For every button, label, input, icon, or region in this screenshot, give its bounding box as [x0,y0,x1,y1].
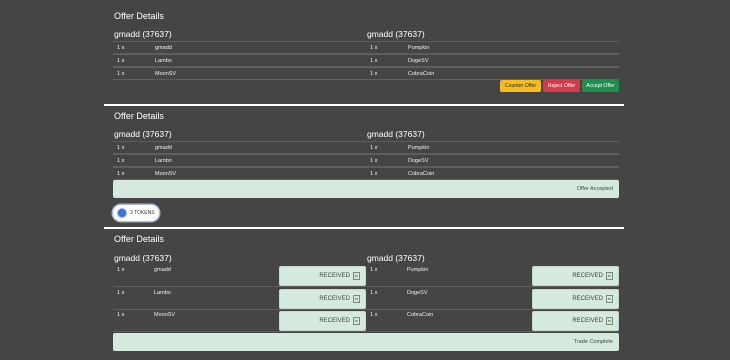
table-row: 1 x Pumpkin [366,141,619,154]
tx-link-icon[interactable]: tx [353,295,360,303]
tx-link-icon[interactable]: tx [606,317,613,325]
token-icon [118,209,126,217]
item-qty: 1 x [370,312,378,318]
item-name: Pumpkin [408,145,430,151]
received-label: RECEIVED [319,296,350,302]
received-status: RECEIVED tx [279,266,366,286]
section-divider [104,104,624,106]
item-name: CobraCoin [408,71,435,77]
offer-title: Offer Details [114,111,164,121]
item-qty: 1 x [370,58,378,64]
item-name: CobraCoin [408,171,435,177]
item-name: DogeSV [407,290,428,296]
item-name: gmadd [154,267,171,273]
counter-offer-button[interactable]: Counter Offer [500,80,541,92]
table-row: 1 x gmadd RECEIVED tx [113,265,366,287]
item-qty: 1 x [370,171,378,177]
reject-offer-button[interactable]: Reject Offer [543,80,580,92]
right-user-title: gmadd (37637) [367,253,425,263]
accept-offer-button[interactable]: Accept Offer [582,80,619,92]
item-qty: 1 x [117,45,125,51]
item-qty: 1 x [370,267,378,273]
left-user-title: gmadd (37637) [114,29,172,39]
offer-title: Offer Details [114,11,164,21]
table-row: 1 x gmadd [113,141,366,154]
item-name: MoonSV [154,312,176,318]
table-row: 1 x Pumpkin RECEIVED tx [366,265,619,287]
item-qty: 1 x [117,145,125,151]
item-name: Pumpkin [408,45,430,51]
item-qty: 1 x [117,58,125,64]
table-row: 1 x gmadd [113,41,366,54]
received-status: RECEIVED tx [279,311,366,331]
item-name: DogeSV [408,158,429,164]
item-qty: 1 x [370,71,378,77]
received-status: RECEIVED tx [532,311,619,331]
received-status: RECEIVED tx [532,289,619,309]
item-qty: 1 x [370,290,378,296]
item-qty: 1 x [370,145,378,151]
table-row: 1 x CobraCoin [366,167,619,180]
table-row: 1 x CobraCoin [366,67,619,80]
item-name: MoonSV [155,71,177,77]
tx-link-icon[interactable]: tx [606,272,613,280]
item-qty: 1 x [117,158,125,164]
right-user-title: gmadd (37637) [367,29,425,39]
left-user-title: gmadd (37637) [114,253,172,263]
table-row: 1 x DogeSV [366,154,619,167]
item-name: Lambo [154,290,171,296]
item-qty: 1 x [370,158,378,164]
item-name: Lambo [155,158,172,164]
offer-title: Offer Details [114,234,164,244]
item-qty: 1 x [117,71,125,77]
trade-status-bar: Trade Complete [113,333,619,351]
tx-link-icon[interactable]: tx [353,317,360,325]
received-status: RECEIVED tx [532,266,619,286]
item-qty: 1 x [117,171,125,177]
received-label: RECEIVED [319,273,350,279]
item-name: CobraCoin [407,312,434,318]
tx-link-icon[interactable]: tx [606,295,613,303]
table-row: 1 x DogeSV [366,54,619,67]
item-qty: 1 x [117,290,125,296]
table-row: 1 x Lambo RECEIVED tx [113,288,366,310]
tx-link-icon[interactable]: tx [353,272,360,280]
received-label: RECEIVED [319,318,350,324]
token-badge[interactable]: 3 TOKENS [113,205,159,221]
item-name: MoonSV [155,171,177,177]
section-divider [104,227,624,229]
item-name: Lambo [155,58,172,64]
table-row: 1 x Pumpkin [366,41,619,54]
trade-status-text: Trade Complete [573,339,613,345]
received-label: RECEIVED [572,296,603,302]
item-name: gmadd [155,145,172,151]
table-row: 1 x Lambo [113,154,366,167]
table-row: 1 x Lambo [113,54,366,67]
received-label: RECEIVED [572,273,603,279]
left-user-title: gmadd (37637) [114,129,172,139]
received-label: RECEIVED [572,318,603,324]
item-name: DogeSV [408,58,429,64]
table-row: 1 x MoonSV [113,167,366,180]
offer-status-text: Offer Accepted [576,186,613,192]
item-qty: 1 x [370,45,378,51]
right-user-title: gmadd (37637) [367,129,425,139]
table-row: 1 x MoonSV RECEIVED tx [113,310,366,332]
item-qty: 1 x [117,267,125,273]
item-name: gmadd [155,45,172,51]
table-row: 1 x MoonSV [113,67,366,80]
table-row: 1 x DogeSV RECEIVED tx [366,288,619,310]
offer-status-bar: Offer Accepted [113,180,619,198]
token-count: 3 TOKENS [130,210,155,216]
item-qty: 1 x [117,312,125,318]
received-status: RECEIVED tx [279,289,366,309]
item-name: Pumpkin [407,267,429,273]
table-row: 1 x CobraCoin RECEIVED tx [366,310,619,332]
